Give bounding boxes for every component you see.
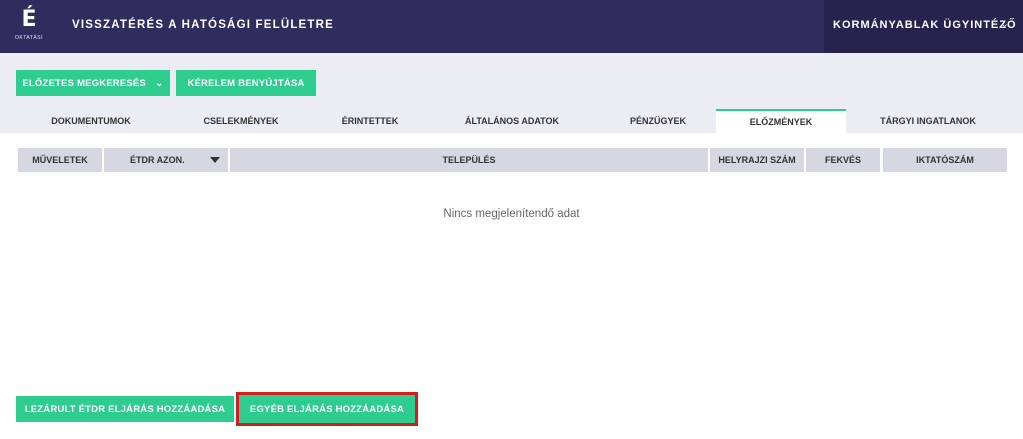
tab-finances[interactable]: PÉNZÜGYEK	[600, 109, 716, 133]
tab-real-estate[interactable]: TÁRGYI INGATLANOK	[846, 109, 1010, 133]
user-role-label: KORMÁNYABLAK ÜGYINTÉZŐ	[833, 19, 1017, 31]
column-header-lot-number: HELYRAJZI SZÁM	[710, 148, 804, 172]
column-header-operations: MŰVELETEK	[18, 148, 102, 172]
submit-request-button[interactable]: KÉRELEM BENYÚJTÁSA	[176, 70, 316, 96]
column-header-etdr-id[interactable]: ÉTDR AZON.	[104, 148, 228, 172]
empty-table-message: Nincs megjelenítendő adat	[443, 208, 580, 220]
logo-letter: É	[21, 7, 37, 32]
return-to-authority-link[interactable]: VISSZATÉRÉS A HATÓSÁGI FELÜLETRE	[72, 19, 334, 31]
prior-search-label: ELŐZETES MEGKERESÉS	[22, 77, 147, 89]
tab-documents[interactable]: DOKUMENTUMOK	[16, 109, 166, 133]
column-header-file-number: IKTATÓSZÁM	[883, 148, 1007, 172]
tab-parties[interactable]: ÉRINTETTEK	[316, 109, 424, 133]
user-menu[interactable]: KORMÁNYABLAK ÜGYINTÉZŐ ⌄	[824, 0, 1023, 53]
app-logo[interactable]: É OKTATÁSI	[12, 6, 46, 48]
tab-actions[interactable]: CSELEKMÉNYEK	[166, 109, 316, 133]
column-header-settlement: TELEPÜLÉS	[230, 148, 708, 172]
add-closed-etdr-procedure-button[interactable]: LEZÁRULT ÉTDR ELJÁRÁS HOZZÁADÁSA	[16, 396, 234, 422]
tab-history[interactable]: ELŐZMÉNYEK	[716, 109, 846, 133]
chevron-down-icon: ⌄	[1000, 18, 1010, 30]
logo-subtitle: OKTATÁSI	[15, 35, 43, 41]
column-header-location: FEKVÉS	[806, 148, 880, 172]
column-header-etdr-id-label: ÉTDR AZON.	[130, 155, 185, 165]
top-bar: É OKTATÁSI VISSZATÉRÉS A HATÓSÁGI FELÜLE…	[0, 0, 1023, 53]
sort-down-icon[interactable]	[210, 157, 220, 163]
prior-search-dropdown-button[interactable]: ELŐZETES MEGKERESÉS ⌄	[16, 70, 170, 96]
chevron-down-icon: ⌄	[155, 77, 164, 89]
highlight-box	[236, 392, 418, 426]
tab-general-data[interactable]: ÁLTALÁNOS ADATOK	[424, 109, 600, 133]
